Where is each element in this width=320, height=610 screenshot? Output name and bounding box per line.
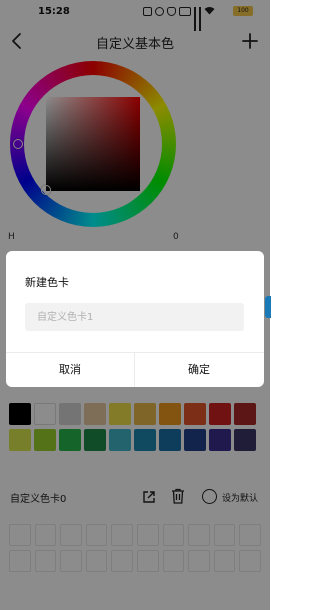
cancel-button[interactable]: 取消 — [6, 353, 134, 387]
new-color-card-dialog: 新建色卡 取消 确定 — [6, 251, 264, 387]
card-name-input[interactable] — [25, 303, 244, 331]
dialog-title: 新建色卡 — [25, 276, 69, 289]
confirm-button[interactable]: 确定 — [135, 353, 263, 387]
color-picker-screen: 15:28 100 自定义基本色 H 0 自定义色卡0 设为默认 新建色卡 自定… — [0, 0, 271, 610]
edge-tab — [265, 296, 271, 318]
